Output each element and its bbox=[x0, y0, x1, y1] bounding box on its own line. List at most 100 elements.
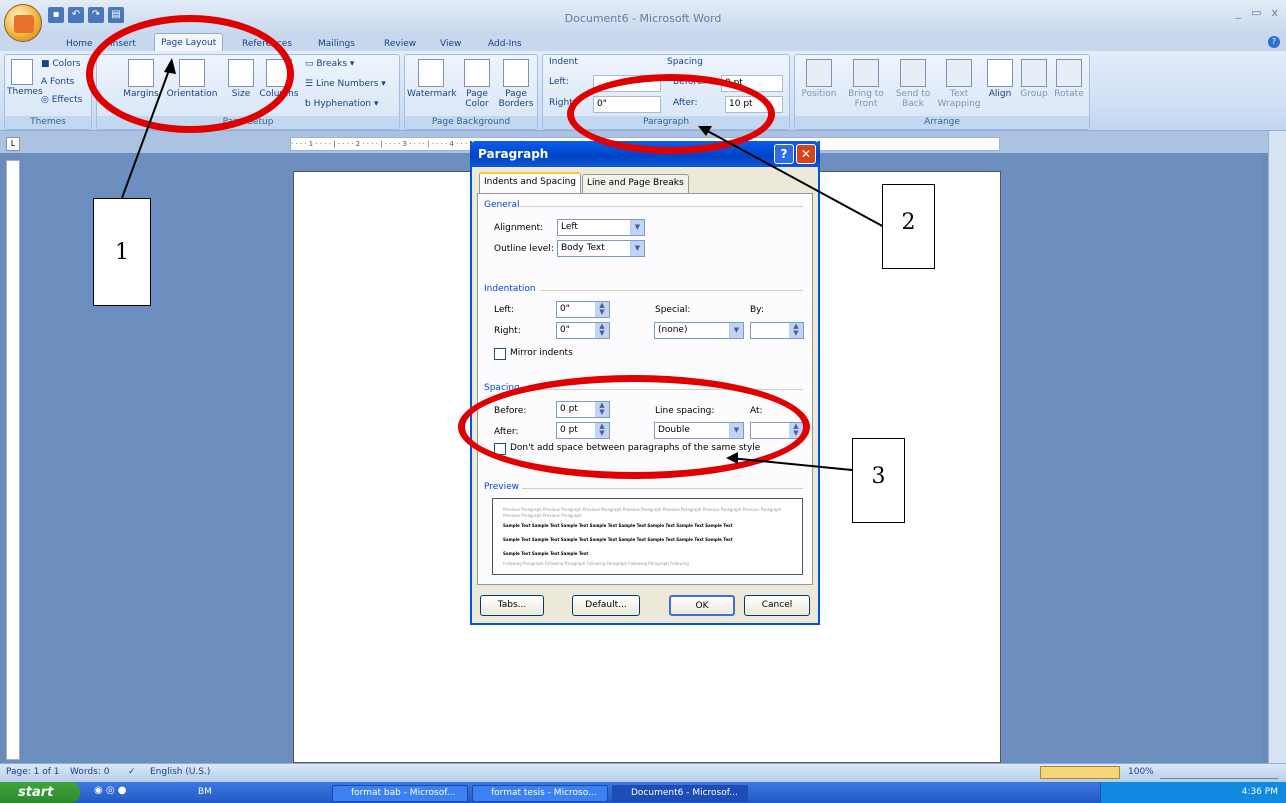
tab-mailings[interactable]: Mailings bbox=[312, 36, 361, 52]
position-icon bbox=[806, 59, 832, 87]
annotation-ellipse-3 bbox=[458, 375, 810, 479]
annotation-ellipse-1 bbox=[86, 15, 294, 133]
mirror-indents-checkbox[interactable] bbox=[494, 348, 506, 360]
proofing-icon[interactable]: ✓ bbox=[128, 767, 136, 777]
ok-button[interactable]: OK bbox=[669, 595, 735, 616]
themes-icon bbox=[11, 59, 33, 85]
preview-previous-text: Previous Paragraph Previous Paragraph Pr… bbox=[503, 507, 782, 518]
tab-view[interactable]: View bbox=[434, 36, 467, 52]
hyphenation-button[interactable]: ƅ Hyphenation ▾ bbox=[305, 99, 378, 109]
vertical-ruler[interactable] bbox=[6, 160, 20, 760]
indent-left-label: Left: bbox=[549, 77, 569, 87]
rotate-icon bbox=[1056, 59, 1082, 87]
general-heading: General bbox=[484, 200, 520, 210]
zoom-level[interactable]: 100% bbox=[1128, 767, 1154, 777]
arrange-group-label: Arrange bbox=[795, 116, 1089, 129]
page-borders-button[interactable]: Page Borders bbox=[497, 59, 535, 109]
clock[interactable]: 4:36 PM bbox=[1242, 787, 1278, 797]
outline-level-value: Body Text bbox=[561, 243, 605, 253]
general-divider bbox=[520, 206, 803, 207]
taskbar-format-bab[interactable]: format bab - Microsof... bbox=[332, 785, 468, 802]
group-icon bbox=[1021, 59, 1047, 87]
annotation-ellipse-2 bbox=[567, 74, 775, 154]
fonts-label: Fonts bbox=[50, 77, 75, 87]
page-background-group-label: Page Background bbox=[405, 116, 537, 129]
text-wrapping-label: Text Wrapping bbox=[937, 89, 981, 109]
themes-button[interactable]: Themes bbox=[7, 59, 43, 97]
taskbar-format-tesis[interactable]: format tesis - Microso... bbox=[472, 785, 608, 802]
spinner-icon[interactable]: ▲ ▼ bbox=[595, 302, 609, 317]
page-background-group: Watermark Page Color Page Borders Page B… bbox=[404, 54, 538, 130]
word-count[interactable]: Words: 0 bbox=[70, 767, 109, 777]
right-indent-input[interactable]: 0" ▲ ▼ bbox=[556, 322, 610, 339]
right-indent-value: 0" bbox=[560, 325, 570, 335]
align-button[interactable]: Align bbox=[983, 59, 1017, 99]
language[interactable]: English (U.S.) bbox=[150, 767, 210, 777]
line-numbers-button[interactable]: ☰ Line Numbers ▾ bbox=[305, 79, 386, 89]
tabs-button[interactable]: Tabs... bbox=[480, 595, 544, 616]
page-count[interactable]: Page: 1 of 1 bbox=[6, 767, 60, 777]
left-indent-input[interactable]: 0" ▲ ▼ bbox=[556, 301, 610, 318]
rotate-button[interactable]: Rotate bbox=[1051, 59, 1087, 99]
colors-button[interactable]: ■ Colors bbox=[41, 59, 81, 69]
start-button[interactable]: start bbox=[0, 782, 80, 803]
alignment-select[interactable]: Left ▼ bbox=[557, 219, 645, 236]
outline-level-select[interactable]: Body Text ▼ bbox=[557, 240, 645, 257]
close-button[interactable]: x bbox=[1271, 6, 1278, 19]
tab-line-and-page-breaks[interactable]: Line and Page Breaks bbox=[582, 174, 689, 193]
office-button[interactable] bbox=[4, 4, 42, 42]
position-button[interactable]: Position bbox=[797, 59, 841, 99]
themes-label: Themes bbox=[7, 87, 43, 97]
taskbar-document6[interactable]: Document6 - Microsof... bbox=[612, 785, 748, 802]
view-buttons[interactable] bbox=[1040, 766, 1120, 779]
default-button[interactable]: Default... bbox=[572, 595, 640, 616]
tab-home[interactable]: Home bbox=[60, 36, 99, 52]
window-controls: _ ▭ x bbox=[1236, 6, 1278, 19]
preview-sample-line-1: Sample Text Sample Text Sample Text Samp… bbox=[503, 523, 733, 528]
tab-review[interactable]: Review bbox=[378, 36, 422, 52]
spinner-icon[interactable]: ▲ ▼ bbox=[595, 323, 609, 338]
vertical-scrollbar[interactable] bbox=[1268, 131, 1286, 763]
help-button[interactable]: ? bbox=[774, 144, 794, 164]
align-label: Align bbox=[988, 89, 1012, 99]
tab-indents-and-spacing[interactable]: Indents and Spacing bbox=[479, 172, 581, 194]
breaks-label: Breaks bbox=[316, 59, 348, 69]
help-icon[interactable]: ? bbox=[1268, 36, 1280, 48]
minimize-button[interactable]: _ bbox=[1236, 6, 1242, 19]
page-color-button[interactable]: Page Color bbox=[459, 59, 495, 109]
special-select[interactable]: (none) ▼ bbox=[654, 322, 744, 339]
zoom-slider[interactable] bbox=[1160, 766, 1278, 779]
preview-sample-line-3: Sample Text Sample Text Sample Text bbox=[503, 551, 589, 556]
watermark-button[interactable]: Watermark bbox=[407, 59, 457, 99]
hyphenation-label: Hyphenation bbox=[313, 99, 372, 109]
watermark-label: Watermark bbox=[407, 89, 457, 99]
indent-heading: Indent bbox=[549, 57, 578, 67]
tab-selector-icon[interactable]: L bbox=[6, 137, 20, 151]
group-button[interactable]: Group bbox=[1017, 59, 1051, 99]
themes-group-label: Themes bbox=[5, 116, 91, 129]
group-label: Group bbox=[1020, 89, 1048, 99]
alignment-label: Alignment: bbox=[494, 223, 544, 233]
page-color-icon bbox=[464, 59, 490, 87]
send-to-back-label: Send to Back bbox=[895, 89, 931, 109]
bring-to-front-label: Bring to Front bbox=[848, 89, 884, 109]
preview-heading: Preview bbox=[484, 482, 520, 492]
effects-button[interactable]: ◎ Effects bbox=[41, 95, 82, 105]
indentation-divider bbox=[540, 290, 803, 291]
send-to-back-button[interactable]: Send to Back bbox=[891, 59, 935, 109]
colors-label: Colors bbox=[52, 59, 81, 69]
fonts-button[interactable]: A Fonts bbox=[41, 77, 74, 87]
bring-to-front-icon bbox=[853, 59, 879, 87]
cancel-button[interactable]: Cancel bbox=[744, 595, 810, 616]
text-wrapping-button[interactable]: Text Wrapping bbox=[937, 59, 981, 109]
close-dialog-button[interactable]: ✕ bbox=[796, 144, 816, 164]
spinner-icon[interactable]: ▲ ▼ bbox=[789, 323, 803, 338]
taskbar-bm[interactable]: BM bbox=[180, 785, 270, 802]
quick-launch[interactable]: ◉ ◎ ● bbox=[94, 785, 154, 801]
bring-to-front-button[interactable]: Bring to Front bbox=[843, 59, 889, 109]
tab-add-ins[interactable]: Add-Ins bbox=[482, 36, 528, 52]
by-input[interactable]: ▲ ▼ bbox=[750, 322, 804, 339]
restore-button[interactable]: ▭ bbox=[1251, 6, 1261, 19]
breaks-button[interactable]: ▭ Breaks ▾ bbox=[305, 59, 354, 69]
line-numbers-label: Line Numbers bbox=[315, 79, 379, 89]
